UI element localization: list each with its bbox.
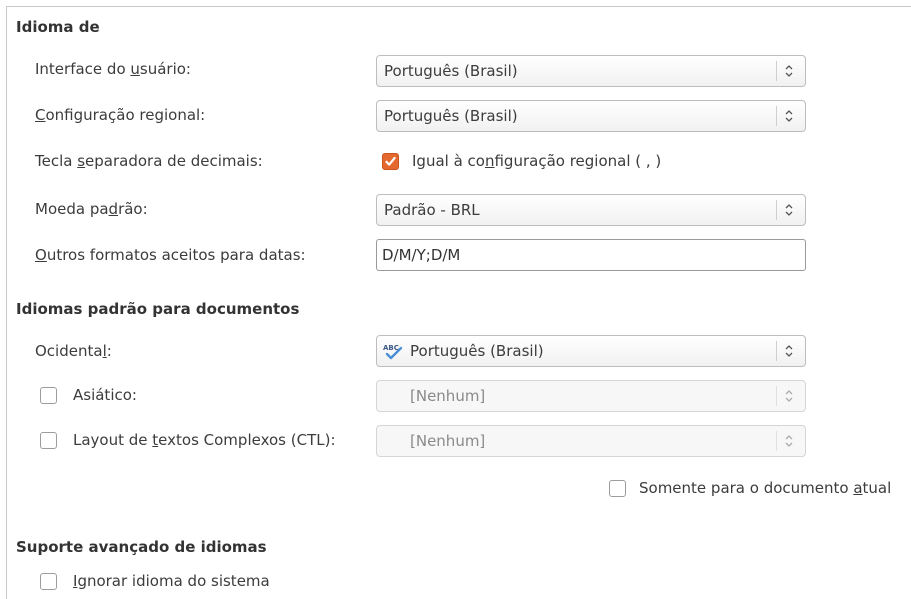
default-currency-label: Moeda padrão: — [35, 200, 148, 218]
asian-label[interactable]: Asiático: — [73, 386, 137, 404]
ctl-language-select[interactable]: [Nenhum] — [376, 425, 806, 457]
ui-language-label: Interface do usuário: — [35, 60, 191, 78]
spin-arrows-icon — [785, 110, 793, 122]
ignore-system-language-checkbox[interactable] — [40, 573, 57, 590]
current-document-only-checkbox[interactable] — [609, 480, 626, 497]
decimal-separator-label: Tecla separadora de decimais: — [35, 152, 263, 170]
select-divider — [776, 200, 777, 220]
western-language-select[interactable]: ABC Português (Brasil) — [376, 335, 806, 367]
asian-language-value: [Nenhum] — [410, 387, 486, 405]
default-currency-select[interactable]: Padrão - BRL — [376, 194, 806, 226]
date-patterns-input[interactable]: D/M/Y;D/M — [376, 239, 806, 271]
locale-select[interactable]: Português (Brasil) — [376, 100, 806, 132]
spin-arrows-icon — [785, 204, 793, 216]
spin-arrows-icon — [785, 65, 793, 77]
ui-language-select[interactable]: Português (Brasil) — [376, 55, 806, 87]
asian-checkbox[interactable] — [40, 387, 57, 404]
select-divider — [776, 106, 777, 126]
western-language-value: Português (Brasil) — [410, 342, 544, 360]
select-divider — [776, 61, 777, 81]
ignore-system-language-label[interactable]: Ignorar idioma do sistema — [73, 572, 270, 590]
spin-arrows-icon — [785, 435, 793, 447]
locale-label: Configuração regional: — [35, 106, 206, 124]
ctl-language-value: [Nenhum] — [410, 432, 486, 450]
select-divider — [776, 386, 777, 406]
section-heading-language-of: Idioma de — [16, 18, 100, 36]
western-language-label: Ocidental: — [35, 342, 112, 360]
section-heading-advanced-support: Suporte avançado de idiomas — [16, 538, 267, 556]
spin-arrows-icon — [785, 345, 793, 357]
select-divider — [776, 341, 777, 361]
ctl-checkbox[interactable] — [40, 432, 57, 449]
ui-language-value: Português (Brasil) — [384, 62, 518, 80]
locale-value: Português (Brasil) — [384, 107, 518, 125]
select-divider — [776, 431, 777, 451]
decimal-same-as-locale-label[interactable]: Igual à configuração regional ( , ) — [412, 152, 661, 170]
checkmark-icon — [385, 156, 396, 166]
default-currency-value: Padrão - BRL — [384, 201, 480, 219]
section-heading-default-languages: Idiomas padrão para documentos — [16, 300, 300, 318]
date-patterns-label: Outros formatos aceitos para datas: — [35, 246, 306, 264]
current-document-only-label[interactable]: Somente para o documento atual — [639, 479, 891, 497]
spellcheck-abc-icon: ABC — [383, 344, 403, 360]
asian-language-select[interactable]: [Nenhum] — [376, 380, 806, 412]
decimal-same-as-locale-checkbox[interactable] — [382, 153, 399, 170]
ctl-label[interactable]: Layout de textos Complexos (CTL): — [73, 431, 336, 449]
spin-arrows-icon — [785, 390, 793, 402]
